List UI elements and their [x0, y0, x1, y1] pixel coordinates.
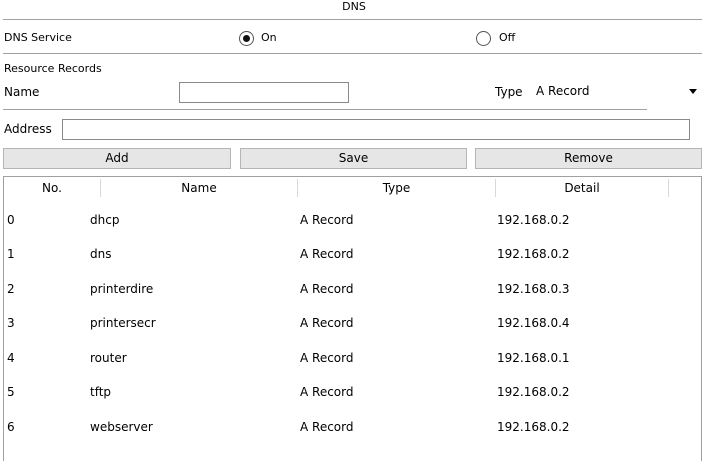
table-row[interactable]: 1 dns A Record 192.168.0.2 [4, 237, 701, 271]
row-name: printersecr [90, 316, 156, 330]
header-type[interactable]: Type [298, 177, 495, 199]
header-no[interactable]: No. [4, 177, 100, 199]
table-header: No. Name Type Detail [4, 177, 701, 199]
row-type: A Record [300, 385, 354, 399]
row-type: A Record [300, 213, 354, 227]
row-number: 0 [7, 213, 15, 227]
row-type: A Record [300, 420, 354, 434]
row-type: A Record [300, 351, 354, 365]
dns-off-label[interactable]: Off [499, 31, 515, 44]
table-row[interactable]: 3 printersecr A Record 192.168.0.4 [4, 306, 701, 340]
table-row[interactable]: 5 tftp A Record 192.168.0.2 [4, 375, 701, 409]
row-name: webserver [90, 420, 153, 434]
name-row-divider [3, 109, 647, 110]
row-number: 1 [7, 247, 15, 261]
row-type: A Record [300, 247, 354, 261]
column-separator [668, 179, 669, 197]
table-row[interactable]: 6 webserver A Record 192.168.0.2 [4, 410, 701, 444]
dns-on-radio[interactable] [239, 31, 254, 46]
row-detail: 192.168.0.1 [497, 351, 570, 365]
row-detail: 192.168.0.2 [497, 420, 570, 434]
row-number: 4 [7, 351, 15, 365]
row-detail: 192.168.0.2 [497, 247, 570, 261]
table-row[interactable]: 2 printerdire A Record 192.168.0.3 [4, 272, 701, 306]
title-divider [3, 19, 702, 20]
save-button[interactable]: Save [240, 148, 467, 169]
address-label: Address [4, 122, 52, 136]
type-select-value: A Record [536, 84, 590, 98]
row-name: tftp [90, 385, 112, 399]
dns-service-label: DNS Service [4, 31, 72, 44]
add-button[interactable]: Add [3, 148, 231, 169]
row-name: printerdire [90, 282, 154, 296]
row-name: dhcp [90, 213, 120, 227]
row-name: dns [90, 247, 112, 261]
dns-off-radio[interactable] [476, 31, 491, 46]
radio-selected-dot [243, 35, 250, 42]
row-detail: 192.168.0.2 [497, 385, 570, 399]
row-number: 6 [7, 420, 15, 434]
row-type: A Record [300, 282, 354, 296]
table-row[interactable]: 0 dhcp A Record 192.168.0.2 [4, 203, 701, 237]
dns-on-label[interactable]: On [261, 31, 277, 44]
page-title: DNS [342, 0, 366, 13]
address-input[interactable] [62, 119, 690, 140]
service-divider [3, 53, 702, 54]
header-detail[interactable]: Detail [496, 177, 668, 199]
table-row[interactable]: 4 router A Record 192.168.0.1 [4, 341, 701, 375]
name-input[interactable] [179, 82, 349, 103]
records-table[interactable]: No. Name Type Detail 0 dhcp A Record 192… [3, 176, 702, 461]
row-number: 3 [7, 316, 15, 330]
resource-records-label: Resource Records [4, 62, 102, 75]
header-name[interactable]: Name [101, 177, 297, 199]
row-type: A Record [300, 316, 354, 330]
type-label: Type [495, 85, 523, 99]
chevron-down-icon[interactable] [689, 89, 697, 94]
row-detail: 192.168.0.4 [497, 316, 570, 330]
row-number: 5 [7, 385, 15, 399]
row-number: 2 [7, 282, 15, 296]
row-name: router [90, 351, 127, 365]
name-label: Name [4, 85, 40, 99]
remove-button[interactable]: Remove [475, 148, 702, 169]
row-detail: 192.168.0.3 [497, 282, 570, 296]
row-detail: 192.168.0.2 [497, 213, 570, 227]
type-select[interactable]: A Record [531, 82, 701, 102]
